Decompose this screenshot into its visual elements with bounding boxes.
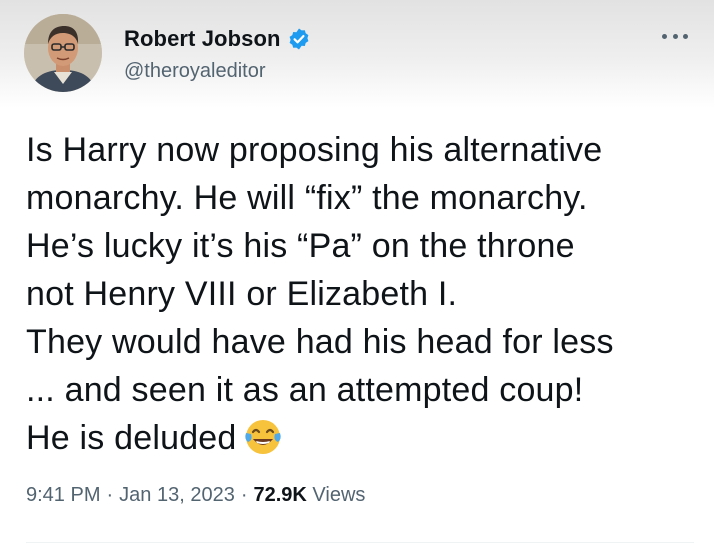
tweet-date[interactable]: Jan 13, 2023 (119, 484, 235, 506)
tweet-text-line: They would have had his head for less (26, 323, 614, 361)
more-options-icon[interactable] (662, 26, 688, 46)
header-background (0, 0, 714, 108)
divider (26, 542, 694, 543)
author-handle[interactable]: @theroyaleditor (124, 60, 265, 83)
author-name-row[interactable]: Robert Jobson (124, 26, 311, 52)
tweet-time[interactable]: 9:41 PM (26, 484, 100, 506)
tweet-text-line: ... and seen it as an attempted coup! (26, 371, 584, 409)
face-with-tears-of-joy-icon (243, 417, 283, 457)
tweet-card: Robert Jobson @theroyaleditor Is Harry n… (0, 0, 714, 556)
tweet-text-line: not Henry VIII or Elizabeth I. (26, 275, 458, 313)
avatar[interactable] (24, 14, 102, 92)
tweet-meta: 9:41 PM · Jan 13, 2023 · 72.9K Views (26, 484, 365, 507)
tweet-text-line: He’s lucky it’s his “Pa” on the throne (26, 227, 575, 265)
tweet-text: Is Harry now proposing his alternative m… (26, 126, 696, 462)
more-dot (662, 33, 667, 39)
more-dot (672, 33, 678, 39)
tweet-text-line: He is deluded (26, 419, 237, 457)
author-display-name[interactable]: Robert Jobson (124, 26, 281, 52)
verified-badge-icon (287, 27, 311, 51)
tweet-text-last-line: He is deluded (26, 414, 696, 462)
tweet-text-line: Is Harry now proposing his alternative (26, 131, 603, 169)
tweet-text-line: monarchy. He will “fix” the monarchy. (26, 179, 588, 217)
views-count: 72.9K (253, 484, 307, 506)
views-label: Views (312, 484, 366, 506)
meta-separator: · (106, 484, 114, 506)
meta-separator: · (240, 484, 248, 506)
more-dot (683, 33, 688, 39)
avatar-photo (24, 14, 102, 92)
